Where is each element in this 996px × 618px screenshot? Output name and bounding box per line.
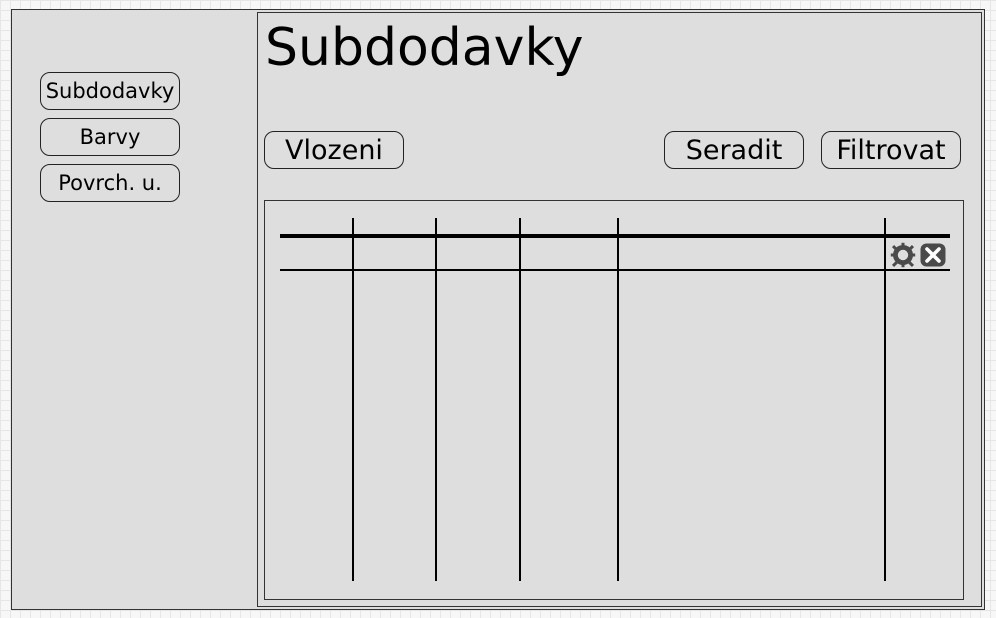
sidebar-item-barvy[interactable]: Barvy bbox=[40, 118, 180, 156]
close-icon[interactable] bbox=[919, 242, 947, 268]
filter-button-label: Filtrovat bbox=[836, 134, 946, 166]
sidebar-item-label: Subdodavky bbox=[45, 78, 175, 103]
filter-button[interactable]: Filtrovat bbox=[821, 131, 961, 169]
sidebar-item-povrch[interactable]: Povrch. u. bbox=[40, 164, 180, 202]
row-actions bbox=[889, 242, 949, 268]
gear-icon[interactable] bbox=[889, 242, 917, 268]
sort-button-label: Seradit bbox=[685, 134, 783, 166]
sidebar-item-label: Povrch. u. bbox=[58, 170, 162, 195]
insert-button[interactable]: Vlozeni bbox=[264, 131, 404, 169]
sort-button[interactable]: Seradit bbox=[664, 131, 804, 169]
sidebar-item-subdodavky[interactable]: Subdodavky bbox=[40, 72, 180, 110]
insert-button-label: Vlozeni bbox=[285, 134, 383, 166]
sidebar-item-label: Barvy bbox=[79, 124, 141, 149]
page-title: Subdodavky bbox=[265, 18, 584, 78]
data-table bbox=[264, 200, 964, 600]
